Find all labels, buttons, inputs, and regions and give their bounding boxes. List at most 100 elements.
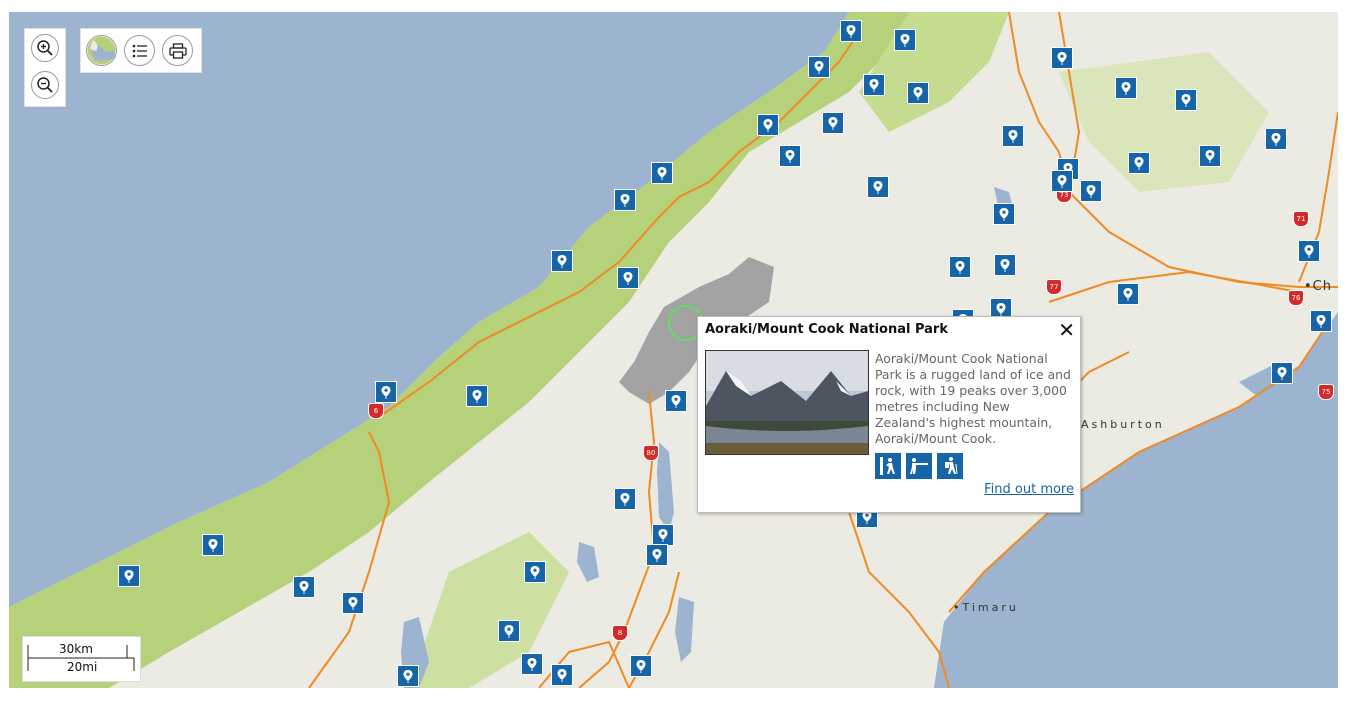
find-out-more-link[interactable]: Find out more	[984, 482, 1074, 497]
poi-marker[interactable]	[498, 620, 520, 642]
poi-marker[interactable]	[551, 250, 573, 272]
map-pin-icon	[658, 529, 668, 542]
route-shield: 6	[368, 403, 384, 419]
map-pin-icon	[1181, 94, 1191, 107]
poi-marker[interactable]	[1115, 77, 1137, 99]
poi-marker[interactable]	[1051, 170, 1073, 192]
poi-marker[interactable]	[949, 256, 971, 278]
map-pin-icon	[785, 150, 795, 163]
map-pin-icon	[472, 390, 482, 403]
close-icon[interactable]: ✕	[1058, 319, 1075, 341]
map-pin-icon	[620, 194, 630, 207]
map-pin-icon	[900, 34, 910, 47]
poi-marker[interactable]	[808, 56, 830, 78]
basemap-button[interactable]	[86, 35, 117, 66]
map-pin-icon	[527, 658, 537, 671]
poi-marker[interactable]	[202, 534, 224, 556]
map-pin-icon	[1205, 150, 1215, 163]
map-pin-icon	[1121, 82, 1131, 95]
poi-marker[interactable]	[994, 254, 1016, 276]
poi-marker[interactable]	[524, 561, 546, 583]
poi-marker[interactable]	[551, 664, 573, 686]
poi-marker[interactable]	[1080, 180, 1102, 202]
map-pin-icon	[1277, 367, 1287, 380]
map-pin-icon	[557, 669, 567, 682]
poi-marker[interactable]	[1271, 362, 1293, 384]
map-pin-icon	[348, 597, 358, 610]
hunting-icon[interactable]	[906, 453, 932, 479]
zoom-control	[25, 29, 65, 106]
poi-marker[interactable]	[614, 189, 636, 211]
poi-marker[interactable]	[840, 20, 862, 42]
activity-icons	[875, 453, 963, 479]
popup-description: Aoraki/Mount Cook National Park is a rug…	[875, 351, 1071, 446]
map-pin-icon	[530, 566, 540, 579]
route-shield: 80	[643, 445, 659, 461]
poi-marker[interactable]	[993, 203, 1015, 225]
poi-marker[interactable]	[867, 176, 889, 198]
zoom-out-button[interactable]	[31, 71, 59, 99]
poi-marker[interactable]	[1128, 152, 1150, 174]
poi-marker[interactable]	[614, 488, 636, 510]
poi-marker[interactable]	[617, 267, 639, 289]
poi-marker[interactable]	[1265, 128, 1287, 150]
list-icon	[132, 44, 147, 57]
poi-marker[interactable]	[118, 565, 140, 587]
map-pin-icon	[657, 167, 667, 180]
poi-marker[interactable]	[863, 74, 885, 96]
poi-marker[interactable]	[822, 112, 844, 134]
map-pin-icon	[1057, 175, 1067, 188]
map-pin-icon	[124, 570, 134, 583]
map-pin-icon	[913, 87, 923, 100]
place-label-christchurch: •Ch	[1304, 279, 1332, 294]
map-pin-icon	[1086, 185, 1096, 198]
poi-marker[interactable]	[1051, 47, 1073, 69]
map-canvas[interactable]: •Timaru Ashburton •Ch 6 80 8 73 77 71 76…	[9, 12, 1338, 688]
map-pin-icon	[996, 303, 1006, 316]
poi-marker[interactable]	[630, 655, 652, 677]
map-pin-icon	[1134, 157, 1144, 170]
poi-marker[interactable]	[757, 114, 779, 136]
map-pin-icon	[299, 581, 309, 594]
map-pin-icon	[955, 261, 965, 274]
hiking-icon[interactable]	[937, 453, 963, 479]
map-pin-icon	[403, 670, 413, 683]
poi-marker[interactable]	[894, 29, 916, 51]
map-pin-icon	[208, 539, 218, 552]
map-pin-icon	[671, 395, 681, 408]
poi-marker[interactable]	[1002, 125, 1024, 147]
poi-marker[interactable]	[646, 544, 668, 566]
poi-marker[interactable]	[521, 653, 543, 675]
map-pin-icon	[652, 549, 662, 562]
poi-marker[interactable]	[665, 390, 687, 412]
layer-list-button[interactable]	[124, 35, 155, 66]
poi-marker[interactable]	[1117, 283, 1139, 305]
poi-marker[interactable]	[466, 385, 488, 407]
poi-marker[interactable]	[375, 381, 397, 403]
poi-marker[interactable]	[1298, 240, 1320, 262]
print-button[interactable]	[162, 35, 193, 66]
poi-marker[interactable]	[907, 82, 929, 104]
poi-marker[interactable]	[293, 576, 315, 598]
map-pin-icon	[846, 25, 856, 38]
map-pin-icon	[636, 660, 646, 673]
poi-marker[interactable]	[1199, 145, 1221, 167]
poi-marker[interactable]	[342, 592, 364, 614]
map-pin-icon	[1008, 130, 1018, 143]
poi-marker[interactable]	[652, 524, 674, 546]
route-shield: 75	[1318, 384, 1334, 400]
zoom-in-button[interactable]	[31, 34, 59, 62]
map-pin-icon	[1000, 259, 1010, 272]
route-shield: 76	[1288, 290, 1304, 306]
poi-marker[interactable]	[397, 665, 419, 687]
place-label-timaru: •Timaru	[953, 601, 1019, 614]
poi-marker[interactable]	[1175, 89, 1197, 111]
map-pin-icon	[557, 255, 567, 268]
poi-marker[interactable]	[779, 145, 801, 167]
route-shield: 77	[1046, 279, 1062, 295]
climbing-icon[interactable]	[875, 453, 901, 479]
map-pin-icon	[814, 61, 824, 74]
map-pin-icon	[999, 208, 1009, 221]
poi-marker[interactable]	[651, 162, 673, 184]
poi-marker[interactable]	[1310, 310, 1332, 332]
